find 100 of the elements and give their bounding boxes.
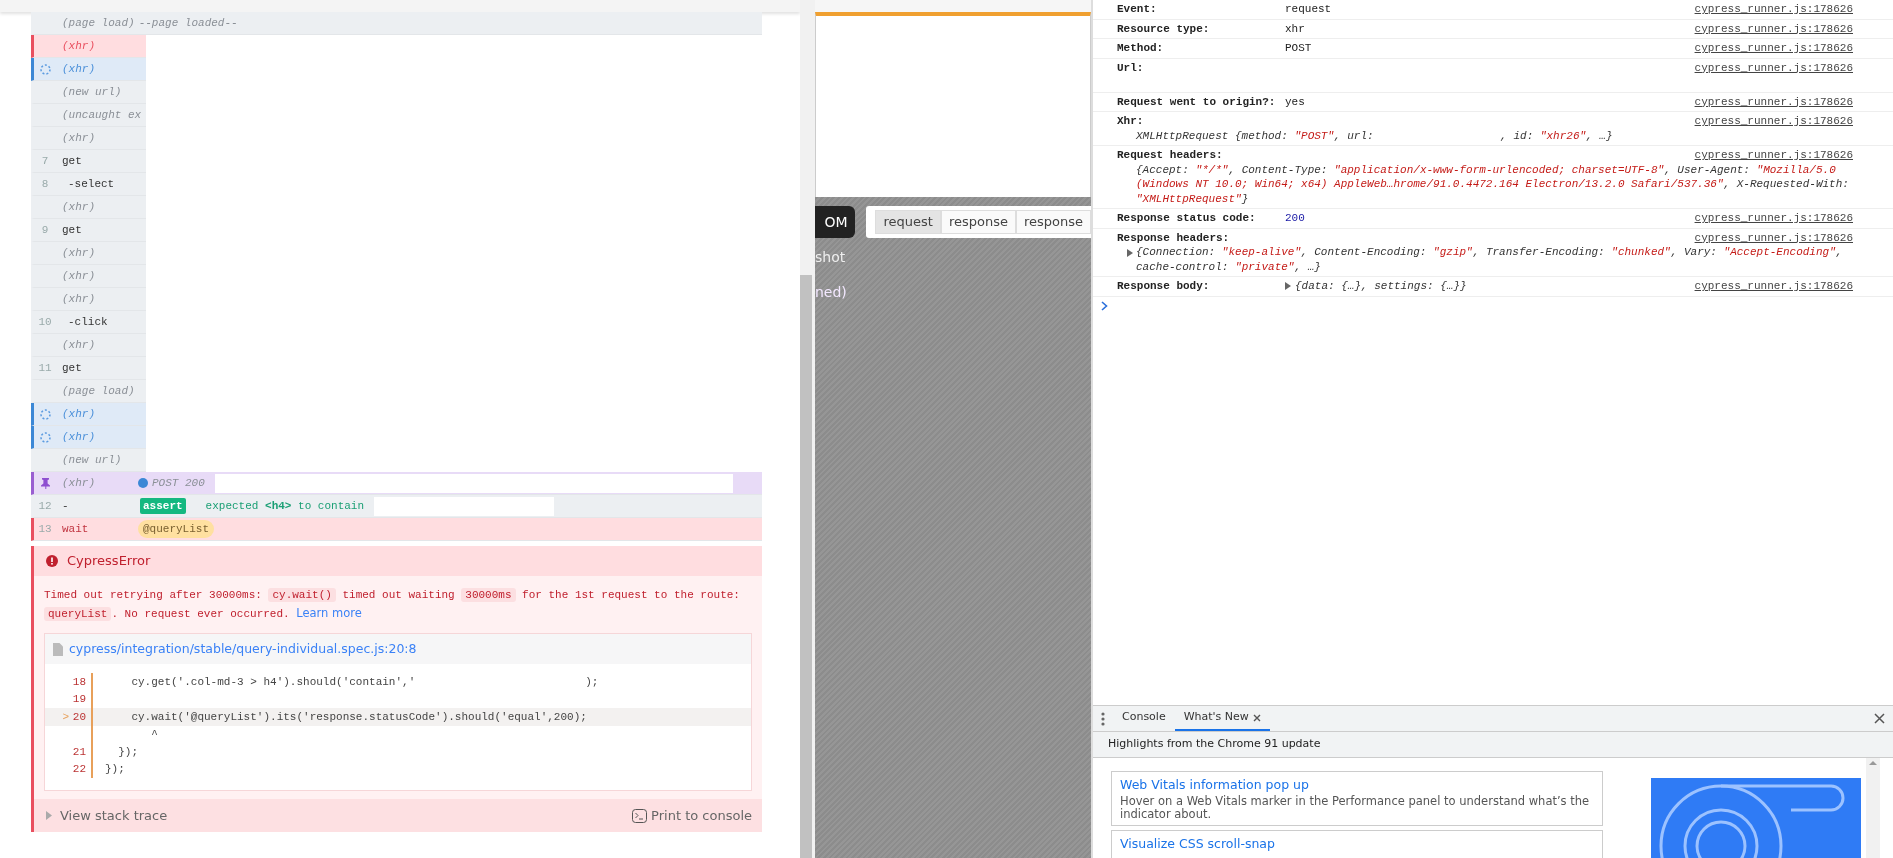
property-label: Response body:	[1117, 279, 1211, 294]
command-name: (xhr)	[62, 199, 96, 215]
close-icon	[1252, 713, 1261, 722]
more-options-icon[interactable]	[1101, 711, 1105, 726]
command-message: --page loaded--	[138, 15, 238, 31]
source-link[interactable]: cypress_runner.js:178626	[1694, 2, 1853, 17]
source-link[interactable]: cypress_runner.js:178626	[1694, 94, 1853, 109]
code-text: cy.wait('@queryList').its('response.statusCode').should('equal',200);	[130, 709, 587, 725]
object-preview: {data: {…}, settings: {…}}	[1295, 279, 1467, 294]
stack-trace-toggle[interactable]: View stack trace	[46, 805, 168, 826]
source-link[interactable]: cypress_runner.js:178626	[1694, 279, 1853, 294]
line-number: 8	[41, 176, 49, 192]
feature-title-link[interactable]: Visualize CSS scroll-snap	[1120, 834, 1594, 854]
command-log-row[interactable]: (xhr)	[31, 242, 146, 265]
source-link[interactable]: cypress_runner.js:178626	[1694, 21, 1853, 36]
command-log-row[interactable]: 12 - assert expected <h4> to contain	[31, 495, 762, 518]
command-name: (xhr)	[62, 130, 96, 146]
command-name: get	[62, 222, 83, 238]
command-log-row[interactable]: (uncaught ex	[31, 104, 146, 127]
drawer-heading: Highlights from the Chrome 91 update	[1093, 732, 1893, 758]
line-number: 21	[72, 744, 86, 760]
file-icon	[53, 642, 63, 656]
command-log-row[interactable]: (xhr)	[31, 127, 146, 150]
line-number: 9	[41, 222, 49, 238]
command-log-row[interactable]: (xhr)	[31, 265, 146, 288]
print-to-console-button[interactable]: Print to console	[632, 805, 752, 826]
scrollbar-thumb[interactable]	[800, 275, 812, 858]
pinned-label: ned)	[815, 283, 848, 302]
expand-triangle-icon[interactable]	[1127, 249, 1133, 257]
property-label: Event:	[1117, 2, 1158, 17]
command-log-row[interactable]: (new url)	[31, 81, 146, 104]
line-number: 10	[38, 314, 52, 330]
object-preview: yes	[1285, 94, 1305, 109]
feature-description: Hover on a Web Vitals marker in the Performance panel to understand what’s the indicator about.	[1120, 794, 1591, 821]
command-name: wait	[62, 521, 90, 537]
command-log-row[interactable]: 7 get	[31, 150, 146, 173]
tab[interactable]: response	[940, 210, 1016, 234]
command-log-row[interactable]: 13 wait @queryList	[31, 518, 762, 541]
command-log-row[interactable]: (xhr)	[31, 288, 146, 311]
pin-icon	[39, 477, 51, 489]
command-log-row[interactable]: (new url)	[31, 449, 146, 472]
property-label: Xhr:	[1117, 114, 1145, 129]
command-name: (xhr)	[62, 337, 96, 353]
expand-triangle-icon	[46, 811, 52, 820]
command-log-row[interactable]: 9 get	[31, 219, 146, 242]
expand-triangle-icon[interactable]	[1285, 282, 1291, 291]
feature-title-link[interactable]: Web Vitals information pop up	[1120, 776, 1594, 795]
object-preview: request	[1285, 2, 1332, 17]
command-log-row[interactable]: 8 -select	[31, 173, 146, 196]
tab[interactable]: response	[1015, 210, 1091, 234]
object-preview: POST	[1285, 41, 1312, 56]
dom-button[interactable]: OM	[815, 206, 856, 238]
spinner-icon	[39, 408, 51, 420]
command-log-row[interactable]: (xhr)	[31, 196, 146, 219]
source-link[interactable]: cypress_runner.js:178626	[1694, 230, 1853, 245]
learn-more-link[interactable]: Learn more	[296, 606, 362, 620]
line-marker: >	[62, 710, 69, 723]
close-icon[interactable]	[1874, 713, 1885, 724]
property-label: Method:	[1117, 41, 1165, 56]
command-log-row[interactable]: 11 get	[31, 357, 146, 380]
command-name: (xhr)	[62, 475, 96, 491]
command-log-row[interactable]: (xhr) POST 200	[31, 472, 762, 495]
drawer-tab[interactable]: Console	[1113, 706, 1175, 731]
snapshot-label: shot	[815, 248, 847, 267]
source-link[interactable]: cypress_runner.js:178626	[1694, 148, 1853, 163]
object-preview: XMLHttpRequest {method: "POST", url: , id: "xhr26", …}	[1135, 128, 1613, 143]
command-log-row[interactable]: (page load)	[31, 380, 146, 403]
code-text: cy.get('.col-md-3 > h4').should('contain','	[130, 674, 416, 690]
object-preview: xhr	[1285, 21, 1305, 36]
command-log-row[interactable]: (page load) --page loaded--	[31, 12, 762, 35]
command-name: -	[62, 498, 70, 514]
command-message: expected <h4> to contain	[205, 498, 365, 514]
command-name: (page load)	[62, 383, 135, 399]
property-label: Request headers:	[1117, 148, 1224, 163]
source-link[interactable]: cypress_runner.js:178626	[1694, 41, 1853, 56]
command-log-row[interactable]: (xhr)	[31, 403, 146, 426]
line-number: 22	[72, 762, 86, 777]
command-name: -click	[67, 314, 109, 330]
command-name: (xhr)	[62, 268, 96, 284]
command-log-row[interactable]: (xhr)	[31, 58, 146, 81]
source-link[interactable]: cypress_runner.js:178626	[1694, 60, 1853, 90]
command-log-row[interactable]: (xhr)	[31, 35, 146, 58]
spinner-icon	[39, 63, 51, 75]
command-log-row[interactable]: (xhr)	[31, 426, 146, 449]
source-link[interactable]: cypress_runner.js:178626	[1694, 114, 1853, 129]
source-link[interactable]: cypress_runner.js:178626	[1694, 211, 1853, 226]
code-text: );	[585, 674, 599, 690]
command-log-row[interactable]: 10 -click	[31, 311, 146, 334]
object-preview: 200	[1285, 211, 1305, 226]
assert-label: assert	[140, 497, 186, 515]
line-number: 20	[72, 709, 86, 725]
object-preview: {Accept: "*/*", Content-Type: "application/x-www-form-urlencoded; charset=UTF-8", User-Agent: "Mozilla/5.0 (Windows NT 10.0; Win64; x64) AppleWeb…hrome/91.0.4472.164 Electron/13.2.0 Safari/537.36", X-Requested-With: "XMLHttpRequest"}	[1135, 162, 1850, 206]
property-label: Request went to origin?:	[1117, 94, 1277, 109]
command-name: (new url)	[62, 452, 123, 468]
command-name: (xhr)	[62, 61, 96, 77]
tab[interactable]: request	[875, 210, 941, 234]
command-name: -select	[67, 176, 116, 192]
line-number: 7	[41, 153, 49, 169]
line-number: 18	[72, 674, 86, 690]
command-log-row[interactable]: (xhr)	[31, 334, 146, 357]
